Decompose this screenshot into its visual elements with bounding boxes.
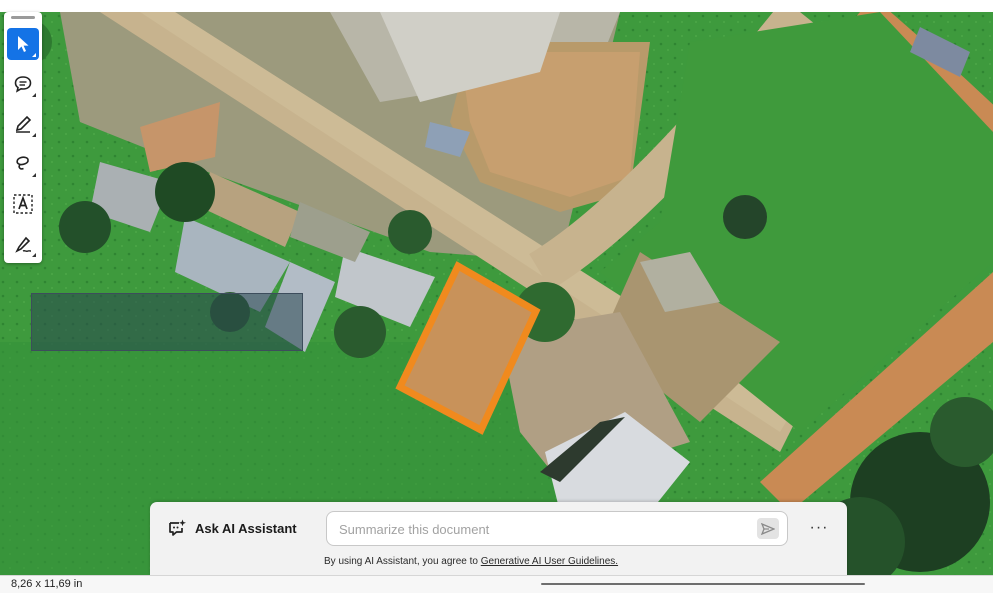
more-options-indicator bbox=[32, 93, 36, 97]
more-options-indicator bbox=[32, 173, 36, 177]
palette-drag-handle[interactable] bbox=[11, 16, 35, 19]
disclaimer-text: By using AI Assistant, you agree to bbox=[324, 556, 481, 567]
ai-prompt-field[interactable] bbox=[326, 511, 788, 546]
ai-sparkle-chat-icon bbox=[169, 519, 186, 536]
sign-tool-button[interactable] bbox=[7, 228, 39, 260]
top-strip bbox=[0, 0, 993, 12]
lasso-icon bbox=[16, 156, 29, 170]
tool-palette bbox=[4, 12, 42, 263]
send-arrow-icon bbox=[761, 522, 775, 535]
guidelines-link[interactable]: Generative AI User Guidelines. bbox=[481, 556, 618, 567]
select-tool-button[interactable] bbox=[7, 28, 39, 60]
ask-ai-assistant-button[interactable]: Ask AI Assistant bbox=[167, 518, 297, 538]
pencil-icon bbox=[15, 115, 32, 133]
horizontal-scrollbar[interactable] bbox=[541, 583, 865, 585]
rectangle-annotation[interactable] bbox=[31, 293, 303, 351]
more-options-indicator bbox=[32, 53, 36, 57]
ai-prompt-input[interactable] bbox=[337, 518, 751, 540]
comment-bubble-icon bbox=[14, 76, 32, 93]
cursor-arrow-icon bbox=[18, 36, 29, 52]
ai-assistant-label: Ask AI Assistant bbox=[195, 520, 297, 536]
text-select-tool-button[interactable] bbox=[7, 188, 39, 220]
more-options-button[interactable]: ··· bbox=[806, 515, 832, 541]
more-options-indicator bbox=[32, 133, 36, 137]
comment-tool-button[interactable] bbox=[7, 68, 39, 100]
text-box-icon bbox=[13, 194, 33, 214]
more-options-indicator bbox=[32, 253, 36, 257]
ai-assistant-panel: Ask AI Assistant ··· By using AI Assista… bbox=[150, 502, 847, 575]
ai-disclaimer: By using AI Assistant, you agree to Gene… bbox=[324, 556, 618, 567]
lasso-tool-button[interactable] bbox=[7, 148, 39, 180]
send-button[interactable] bbox=[757, 518, 779, 539]
draw-tool-button[interactable] bbox=[7, 108, 39, 140]
page-size-label: 8,26 x 11,69 in bbox=[11, 578, 83, 590]
pen-sign-icon bbox=[15, 236, 32, 253]
status-bar: 8,26 x 11,69 in bbox=[0, 575, 993, 593]
